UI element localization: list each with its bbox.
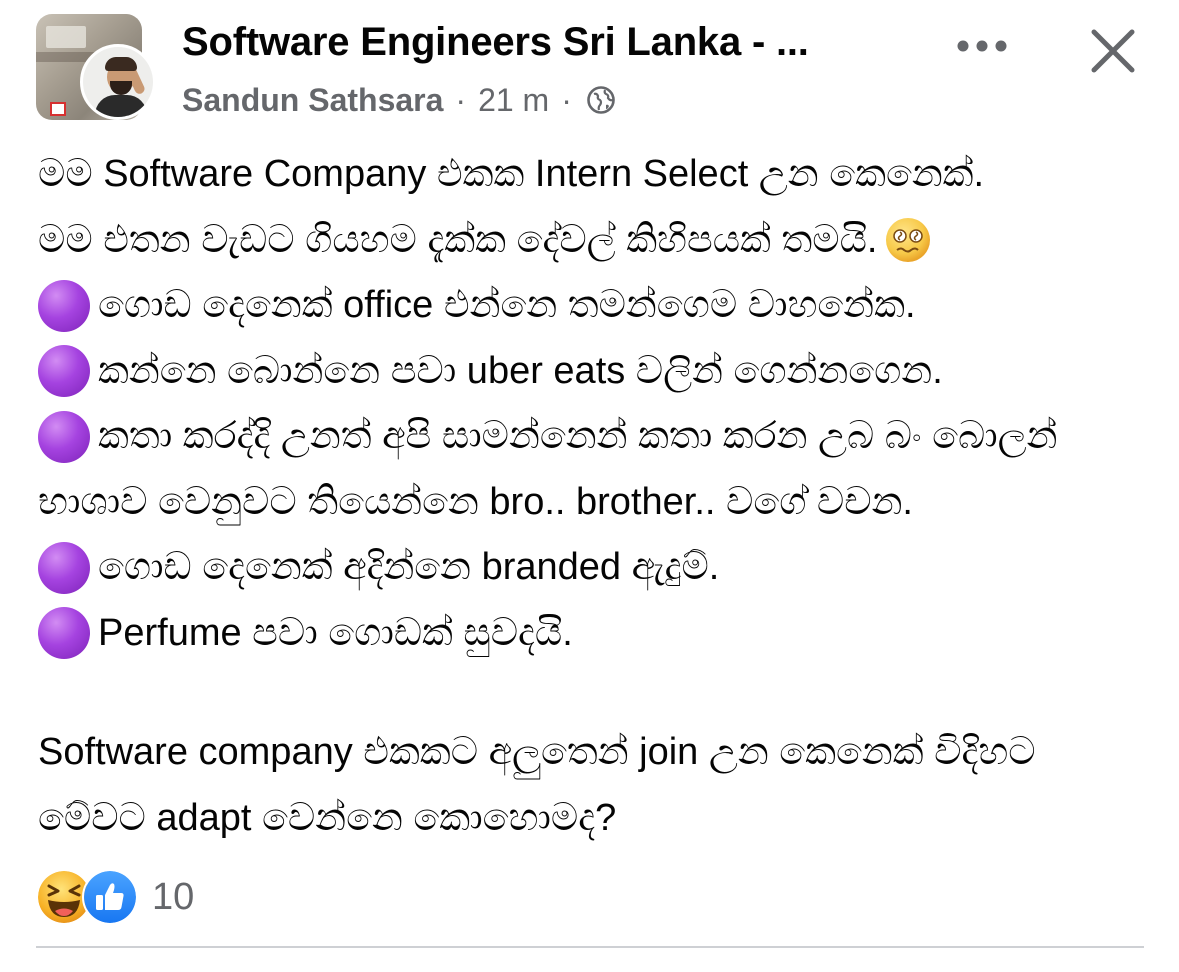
more-horizontal-icon (957, 40, 1007, 52)
post-line-text: මේවට adapt වෙන්නෙ කොහොමද? (38, 796, 617, 839)
reactions-summary[interactable]: 10 (36, 869, 194, 925)
divider (36, 946, 1144, 948)
avatar-body (95, 95, 147, 117)
post-line-text: ගොඩ දෙනෙක් office එන්නෙ තමන්ගෙම වාහනේක. (98, 284, 916, 326)
like-thumbs-up-icon (82, 869, 138, 925)
post-line: ගොඩ දෙනෙක් office එන්නෙ තමන්ගෙම වාහනේක. (38, 273, 1148, 339)
more-options-button[interactable] (952, 28, 1012, 64)
post-line: ගොඩ දෙනෙක් අදින්නෙ branded ඇදුම්. (38, 535, 1148, 601)
meta-separator: · (561, 81, 572, 118)
author-name-link[interactable]: Sandun Sathsara (182, 82, 443, 119)
post-line: භාශාව වෙනුවට තියෙන්නෙ bro.. brother.. වග… (38, 470, 1148, 536)
post-line-text: මම එතන වැඩට ගියහම දැක්ක දේවල් කිහිපයක් ත… (38, 218, 878, 261)
post-line-text: භාශාව වෙනුවට තියෙන්නෙ bro.. brother.. වග… (38, 480, 913, 523)
post-timestamp[interactable]: 21 m (478, 82, 549, 119)
avatar-hair (105, 57, 137, 71)
woozy-face-icon (885, 218, 930, 263)
post-line: මම එතන වැඩට ගියහම දැක්ක දේවල් කිහිපයක් ත… (38, 208, 1148, 274)
post-line: මේවට adapt වෙන්නෙ කොහොමද? (38, 786, 1148, 852)
post-line: Software company එකකට අලුතෙන් join උන කෙ… (38, 720, 1148, 786)
post-line-text: ගොඩ දෙනෙක් අදින්නෙ branded ඇදුම්. (98, 546, 720, 588)
avatar-photo-detail (46, 26, 86, 48)
post-text: මම Software Company එකක Intern Select උන… (38, 142, 1148, 851)
post-line-text: Software company එකකට අලුතෙන් join උන කෙ… (38, 731, 1036, 773)
purple-circle-icon (38, 345, 90, 398)
purple-circle-icon (38, 279, 90, 332)
purple-circle-icon (38, 410, 90, 463)
post-meta: Sandun Sathsara · 21 m · (182, 80, 616, 120)
post-line-text: කන්නෙ බොන්නෙ පවා uber eats වලින් ගෙන්නගෙ… (98, 349, 943, 392)
globe-icon (587, 86, 615, 114)
post-line-text: Perfume පවා ගොඩක් සුවදයි. (98, 611, 573, 654)
purple-circle-icon (38, 541, 90, 594)
post-line-text: කතා කරද්දි උනත් අපි සාමන්නෙන් කතා කරන උබ… (98, 415, 1058, 457)
post-header: Software Engineers Sri Lanka - ... Sandu… (0, 0, 1179, 140)
author-avatar[interactable] (80, 44, 156, 120)
close-button[interactable] (1080, 18, 1146, 84)
avatar-photo-detail (50, 102, 66, 116)
close-icon (1091, 29, 1135, 73)
post-line-blank (38, 666, 1148, 720)
post-line-text: මම Software Company එකක Intern Select උන… (38, 153, 985, 195)
post-line: කතා කරද්දි උනත් අපි සාමන්නෙන් කතා කරන උබ… (38, 404, 1148, 470)
meta-separator: · (455, 81, 467, 118)
reaction-count[interactable]: 10 (152, 876, 194, 919)
group-name-link[interactable]: Software Engineers Sri Lanka - ... (182, 20, 809, 65)
post-line: මම Software Company එකක Intern Select උන… (38, 142, 1148, 208)
post-line: කන්නෙ බොන්නෙ පවා uber eats වලින් ගෙන්නගෙ… (38, 339, 1148, 405)
purple-circle-icon (38, 607, 90, 660)
post-line: Perfume පවා ගොඩක් සුවදයි. (38, 601, 1148, 667)
